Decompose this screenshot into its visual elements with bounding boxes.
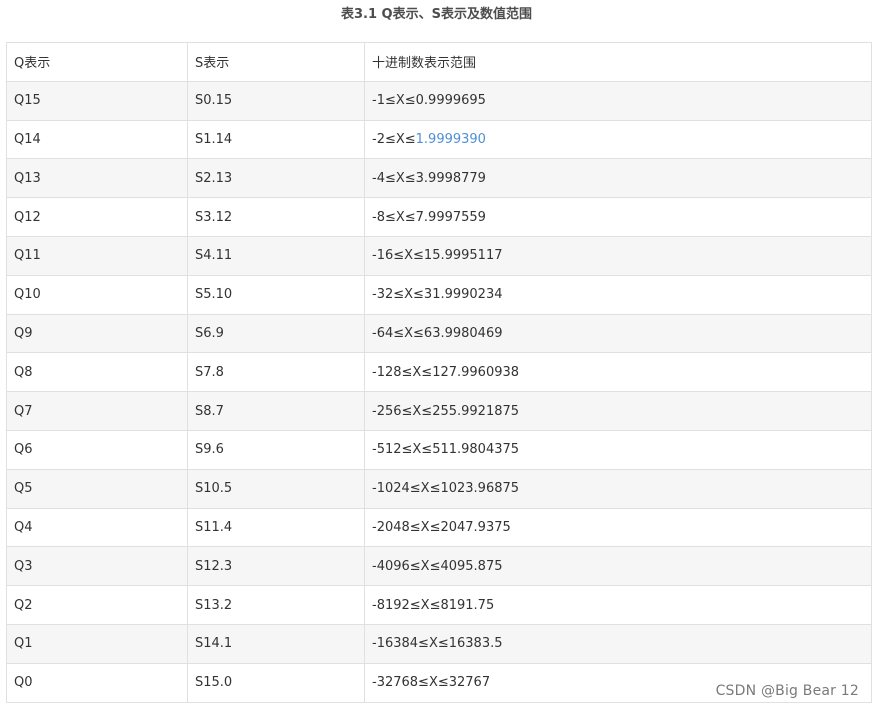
cell-range: -8≤X≤7.9997559 [364,197,872,237]
cell-s: S0.15 [187,80,365,121]
range-prefix: -2≤X≤ [372,131,416,147]
column-header-q: Q表示 [6,42,188,82]
cell-q: Q4 [6,507,188,548]
cell-q: Q5 [6,468,188,509]
cell-range: -512≤X≤511.9804375 [364,429,872,470]
table-row: Q12 S3.12 -8≤X≤7.9997559 [6,197,872,237]
column-header-s: S表示 [187,42,365,82]
cell-s: S4.11 [187,235,365,276]
cell-q: Q15 [6,80,188,121]
cell-s: S15.0 [187,662,365,703]
cell-range: -8192≤X≤8191.75 [364,585,872,625]
range-link[interactable]: 1.9999390 [416,132,486,147]
cell-range: -1024≤X≤1023.96875 [364,468,872,509]
csdn-watermark: CSDN @Big Bear 12 [715,683,859,699]
cell-s: S8.7 [187,391,365,431]
table-caption: 表3.1 Q表示、S表示及数值范围 [341,7,532,22]
table-row: Q1 S14.1 -16384≤X≤16383.5 [6,623,872,664]
cell-s: S14.1 [187,623,365,664]
cell-q: Q1 [6,623,188,664]
table-row: Q10 S5.10 -32≤X≤31.9990234 [6,274,872,315]
cell-range: -4096≤X≤4095.875 [364,546,872,587]
table-row: Q15 S0.15 -1≤X≤0.9999695 [6,80,872,121]
cell-s: S7.8 [187,352,365,393]
cell-range: -4≤X≤3.9998779 [364,158,872,199]
cell-range: -2≤X≤1.9999390 [364,119,872,160]
cell-q: Q12 [6,197,188,237]
cell-q: Q2 [6,585,188,625]
cell-q: Q10 [6,274,188,315]
cell-range: -32≤X≤31.9990234 [364,274,872,315]
table-row: Q4 S11.4 -2048≤X≤2047.9375 [6,507,872,548]
cell-s: S9.6 [187,429,365,470]
cell-q: Q8 [6,352,188,393]
table-row: Q9 S6.9 -64≤X≤63.9980469 [6,313,872,354]
cell-q: Q14 [6,119,188,160]
cell-s: S11.4 [187,507,365,548]
column-header-range: 十进制数表示范围 [364,42,872,82]
cell-s: S3.12 [187,197,365,237]
table-header-row: Q表示 S表示 十进制数表示范围 [6,42,872,82]
cell-range: -16384≤X≤16383.5 [364,623,872,664]
table-row: Q2 S13.2 -8192≤X≤8191.75 [6,585,872,625]
cell-q: Q11 [6,235,188,276]
q-format-table: Q表示 S表示 十进制数表示范围 Q15 S0.15 -1≤X≤0.999969… [6,42,872,703]
cell-s: S12.3 [187,546,365,587]
cell-range: -2048≤X≤2047.9375 [364,507,872,548]
cell-range: -16≤X≤15.9995117 [364,235,872,276]
cell-q: Q6 [6,429,188,470]
cell-s: S5.10 [187,274,365,315]
cell-s: S6.9 [187,313,365,354]
cell-s: S1.14 [187,119,365,160]
cell-s: S2.13 [187,158,365,199]
cell-q: Q3 [6,546,188,587]
cell-range: -64≤X≤63.9980469 [364,313,872,354]
cell-range: -128≤X≤127.9960938 [364,352,872,393]
cell-q: Q7 [6,391,188,431]
cell-range: -1≤X≤0.9999695 [364,80,872,121]
cell-s: S13.2 [187,585,365,625]
table-row: Q3 S12.3 -4096≤X≤4095.875 [6,546,872,587]
table-row: Q13 S2.13 -4≤X≤3.9998779 [6,158,872,199]
table-row: Q14 S1.14 -2≤X≤1.9999390 [6,119,872,160]
cell-q: Q9 [6,313,188,354]
table-row: Q5 S10.5 -1024≤X≤1023.96875 [6,468,872,509]
table-row: Q8 S7.8 -128≤X≤127.9960938 [6,352,872,393]
cell-q: Q0 [6,662,188,703]
table-row: Q11 S4.11 -16≤X≤15.9995117 [6,235,872,276]
table-row: Q6 S9.6 -512≤X≤511.9804375 [6,429,872,470]
cell-s: S10.5 [187,468,365,509]
table-row: Q7 S8.7 -256≤X≤255.9921875 [6,391,872,431]
cell-range: -256≤X≤255.9921875 [364,391,872,431]
cell-q: Q13 [6,158,188,199]
